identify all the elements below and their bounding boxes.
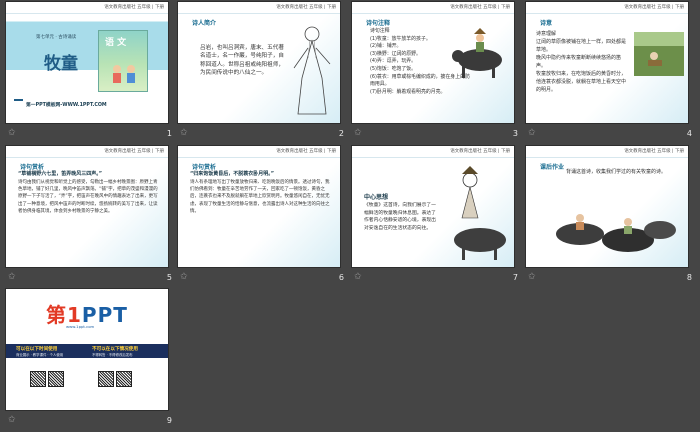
slide-number: 4 (686, 129, 692, 138)
forbidden-sub: 不得转售 · 不得修改后发布 (92, 353, 133, 357)
slide-thumb-1[interactable]: 语文教育出版社 五年级 | 下册 第七单元 · 古诗诵读 牧童 语 文 第一PP… (6, 2, 178, 144)
slide-6-text: 诗人有条理地写出了牧童放牧归来、吃饱晚饭后的情景。透过诗句，我们仿佛看到：牧童在… (190, 180, 330, 214)
qr-code-icon (116, 371, 132, 387)
slide-4-canvas: 语文教育出版社 五年级 | 下册 诗意 诗意理解 辽阔的草原像被铺在地上一样，四… (526, 2, 688, 123)
slide-number: 3 (512, 129, 518, 138)
slide-header: 语文教育出版社 五年级 | 下册 (526, 2, 688, 14)
slide-thumb-9[interactable]: 第1PPT www.1ppt.com 可以在以下时间使用 不可以在以下情况使用 … (6, 289, 178, 431)
slide-1-title: 牧童 (44, 54, 78, 74)
slide-number: 7 (512, 273, 518, 282)
slide-9-canvas: 第1PPT www.1ppt.com 可以在以下时间使用 不可以在以下情况使用 … (6, 289, 168, 410)
star-icon[interactable]: ✩ (180, 128, 188, 138)
slide-5-text: 诗句由我们从视觉和听觉上的感受，勾勒出一幅乡村晚景图：原野上青色草地，铺了好几里… (18, 180, 158, 214)
slide-number: 6 (338, 273, 344, 282)
slide-header: 语文教育出版社 五年级 | 下册 (352, 146, 514, 158)
slide-header: 语文教育出版社 五年级 | 下册 (352, 2, 514, 14)
slide-8-tag: 课后作业 (540, 164, 565, 171)
slide-5-canvas: 语文教育出版社 五年级 | 下册 诗句赏析 “草铺横野六七里，笛弄晚风三四声。”… (6, 146, 168, 267)
star-icon[interactable]: ✩ (8, 415, 16, 425)
slide-header: 语文教育出版社 五年级 | 下册 (6, 2, 168, 14)
slide-1-canvas: 语文教育出版社 五年级 | 下册 第七单元 · 古诗诵读 牧童 语 文 第一PP… (6, 2, 168, 123)
book-label: 语 文 (105, 38, 127, 48)
usage-banner: 可以在以下时间使用 不可以在以下情况使用 商业展示 · 教学课件 · 个人使用 … (6, 344, 168, 358)
slide-4-text: 诗意理解 辽阔的草原像被铺在地上一样，四处都是草地。 晚风中隐约传来牧童断断续续… (536, 30, 630, 94)
slide-5-quote: “草铺横野六七里，笛弄晚风三四声。” (18, 171, 103, 177)
slide-header: 语文教育出版社 五年级 | 下册 (178, 2, 340, 14)
slide-3-tag: 诗句注释 (366, 20, 391, 27)
star-icon[interactable]: ✩ (8, 128, 16, 138)
qr-code-icon (48, 371, 64, 387)
meaning-line: 晚风中隐约传来牧童断断续续悠扬的笛声。 (536, 55, 622, 69)
slide-8-canvas: 语文教育出版社 五年级 | 下册 课后作业 背诵这首诗，收集我们学过的有关牧童的… (526, 146, 688, 267)
slide-2-tag: 诗人简介 (192, 20, 217, 27)
qr-code-icon (98, 371, 114, 387)
slide-thumb-2[interactable]: 语文教育出版社 五年级 | 下册 诗人简介 吕岩，也叫吕洞宾，唐末、五代著名道士… (178, 2, 350, 144)
slide-1-footer: 第一PPT模板网-WWW.1PPT.COM (26, 103, 107, 108)
slide-number: 5 (166, 273, 172, 282)
children-illustration (113, 65, 135, 83)
star-icon[interactable]: ✩ (528, 272, 536, 282)
qr-code-icon (30, 371, 46, 387)
star-icon[interactable]: ✩ (354, 272, 362, 282)
slide-number: 2 (338, 129, 344, 138)
slide-thumb-8[interactable]: 语文教育出版社 五年级 | 下册 课后作业 背诵这首诗，收集我们学过的有关牧童的… (526, 146, 698, 288)
slide-thumb-4[interactable]: 语文教育出版社 五年级 | 下册 诗意 诗意理解 辽阔的草原像被铺在地上一样，四… (526, 2, 698, 144)
slide-number: 8 (686, 273, 692, 282)
brand-url: www.1ppt.com (66, 324, 95, 329)
slide-number: 1 (166, 129, 172, 138)
slide-6-canvas: 语文教育出版社 五年级 | 下册 诗句赏析 “归来饱饭黄昏后，不脱蓑衣卧月明。”… (178, 146, 340, 267)
poet-portrait-image (293, 26, 331, 115)
star-icon[interactable]: ✩ (354, 128, 362, 138)
slide-7-text: 《牧童》这首诗，向我们展示了一幅鲜活的牧童晚归休息图。表达了作者内心恬静安适的心… (364, 203, 436, 231)
footer-accent-bar (14, 99, 23, 101)
meaning-line: 诗意理解 (536, 31, 557, 37)
slide-thumb-7[interactable]: 语文教育出版社 五年级 | 下册 中心思想 《牧童》这首诗，向我们展示了一幅鲜活… (352, 146, 524, 288)
slide-2-text: 吕岩，也叫吕洞宾，唐末、五代著名道士，名一作巖，号纯阳子，自称回道人。世称吕祖或… (200, 45, 284, 76)
meadow-photo (634, 32, 684, 76)
star-icon[interactable]: ✩ (8, 272, 16, 282)
slide-3-canvas: 语文教育出版社 五年级 | 下册 诗句注释 诗句注释 (1)牧童：放牛放羊的孩子… (352, 2, 514, 123)
meaning-line: 他连蓑衣都没脱，就躺在草地上看天空中的明月。 (536, 79, 627, 93)
note-line: (7)卧月明：躺着观看明亮的月亮。 (370, 88, 446, 95)
meaning-line: 辽阔的草原像被铺在地上一样，四处都是草地。 (536, 39, 627, 53)
slide-header: 语文教育出版社 五年级 | 下册 (526, 146, 688, 158)
herd-painting-image (556, 214, 676, 252)
slide-thumb-5[interactable]: 语文教育出版社 五年级 | 下册 诗句赏析 “草铺横野六七里，笛弄晚风三四声。”… (6, 146, 178, 288)
slide-7-tag: 中心思想 (364, 194, 389, 201)
star-icon[interactable]: ✩ (180, 272, 188, 282)
slide-thumb-3[interactable]: 语文教育出版社 五年级 | 下册 诗句注释 诗句注释 (1)牧童：放牛放羊的孩子… (352, 2, 524, 144)
textbook-cover-image: 语 文 (98, 30, 148, 92)
slide-header: 语文教育出版社 五年级 | 下册 (178, 146, 340, 158)
boy-with-ox-sketch (454, 166, 506, 260)
allowed-sub: 商业展示 · 教学课件 · 个人使用 (16, 353, 64, 357)
slide-number: 9 (166, 416, 172, 425)
slide-4-tag: 诗意 (540, 20, 553, 27)
star-icon[interactable]: ✩ (528, 128, 536, 138)
slide-6-quote: “归来饱饭黄昏后，不脱蓑衣卧月明。” (190, 171, 275, 177)
meaning-line: 牧童放牧归来，在吃饱饭后的黄昏时分， (536, 71, 627, 77)
slide-2-canvas: 语文教育出版社 五年级 | 下册 诗人简介 吕岩，也叫吕洞宾，唐末、五代著名道士… (178, 2, 340, 123)
slide-1-unit: 第七单元 · 古诗诵读 (36, 35, 77, 40)
boy-on-ox-image (452, 28, 502, 78)
slide-header: 语文教育出版社 五年级 | 下册 (6, 146, 168, 158)
slide-8-text: 背诵这首诗，收集我们学过的有关牧童的诗。 (566, 169, 667, 175)
slide-thumb-6[interactable]: 语文教育出版社 五年级 | 下册 诗句赏析 “归来饱饭黄昏后，不脱蓑衣卧月明。”… (178, 146, 350, 288)
slide-7-canvas: 语文教育出版社 五年级 | 下册 中心思想 《牧童》这首诗，向我们展示了一幅鲜活… (352, 146, 514, 267)
